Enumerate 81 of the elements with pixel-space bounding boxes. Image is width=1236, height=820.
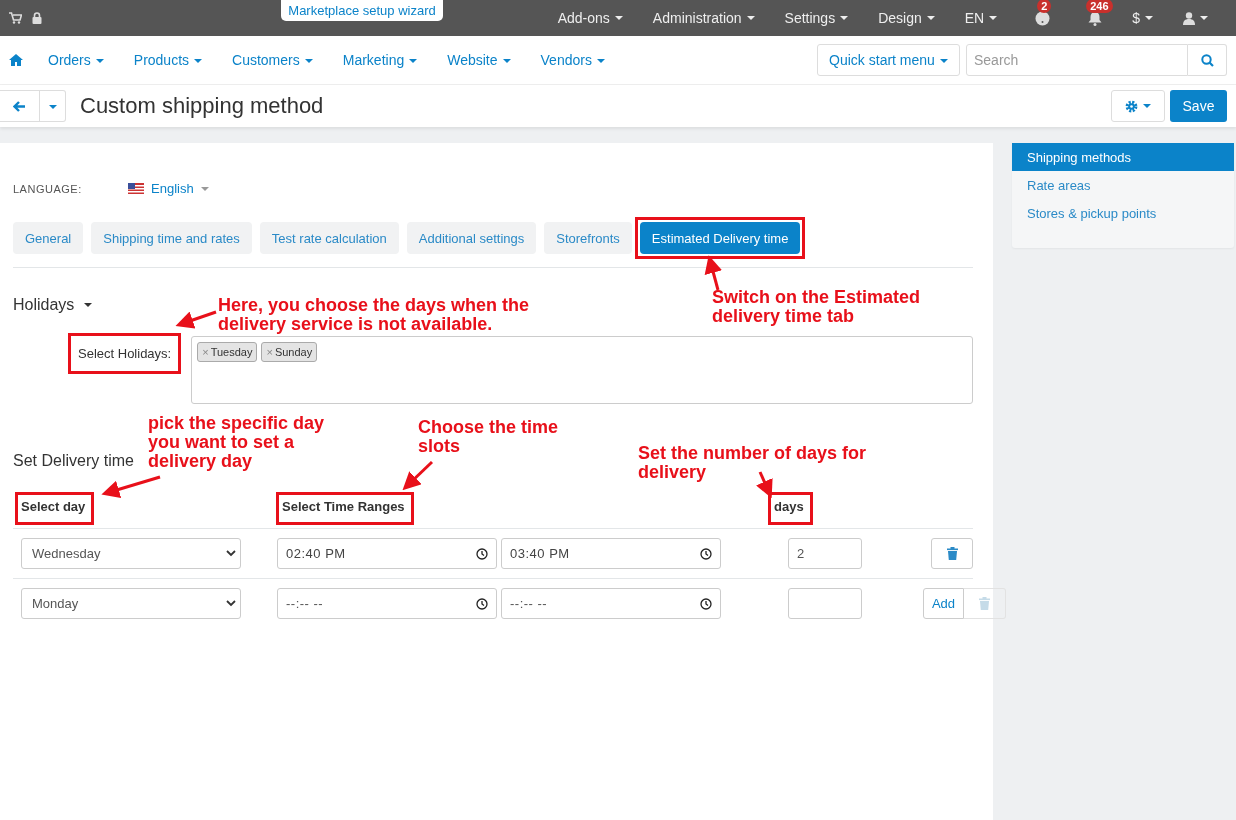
nav-menu-item[interactable]: Orders (48, 52, 104, 68)
section-heading: Holidays (13, 296, 75, 314)
annotation-arrow (101, 475, 161, 499)
annotation-text: pick the specific day you want to set a delivery day (148, 414, 326, 471)
annotation-text: Choose the time slots (418, 418, 560, 456)
annotation-arrow (175, 310, 217, 329)
tab[interactable]: Additional settings (406, 222, 537, 254)
annotation-text: Set the number of days for delivery (638, 444, 868, 482)
notification-badge: 2 (1037, 0, 1052, 13)
day-select[interactable]: Wednesday (21, 538, 241, 569)
language-label: LANGUAGE: (13, 182, 83, 195)
chevron-down-icon (226, 550, 236, 557)
home-icon[interactable] (9, 54, 23, 66)
section-heading: Set Delivery time (13, 452, 134, 470)
tab[interactable]: Test rate calculation (259, 222, 399, 254)
save-button[interactable]: Save (1170, 90, 1227, 122)
column-header: days (768, 492, 813, 525)
help-icon[interactable] (1035, 10, 1051, 26)
setup-wizard-tab[interactable]: Marketplace setup wizard (281, 0, 443, 21)
annotation-text: Here, you choose the days when the delivery service is not available. (218, 296, 531, 334)
time-field[interactable]: 02:40 PM (277, 538, 497, 569)
search-button[interactable] (1188, 44, 1227, 76)
cart-icon[interactable] (9, 12, 22, 24)
time-field[interactable]: 03:40 PM (501, 538, 721, 569)
flag-icon (128, 183, 144, 194)
holiday-tag[interactable]: × Sunday (261, 342, 318, 362)
trash-icon (946, 547, 958, 560)
clock-icon (476, 598, 488, 610)
time-field[interactable]: --:-- -- (277, 588, 497, 619)
column-header: Select day (15, 492, 95, 525)
annotation-arrow (402, 460, 434, 491)
clock-icon (700, 598, 712, 610)
user-menu[interactable] (1183, 11, 1208, 25)
language-selector[interactable]: English (128, 181, 209, 196)
nav-menu-item[interactable]: Products (133, 52, 203, 68)
sidebar-item[interactable]: Rate areas (1012, 171, 1234, 199)
tab[interactable]: General (13, 222, 84, 254)
annotation-arrow (756, 471, 773, 499)
page-title: Custom shipping method (80, 93, 324, 119)
currency-menu[interactable]: $ (1132, 10, 1153, 26)
holidays-multiselect[interactable]: × Tuesday × Sunday (191, 336, 973, 404)
top-menu-item[interactable]: EN (964, 10, 998, 26)
user-icon (1183, 11, 1195, 25)
delete-button[interactable] (931, 538, 973, 569)
clock-icon (700, 548, 712, 560)
sidebar-item[interactable]: Stores & pickup points (1012, 199, 1234, 227)
column-header: Select Time Ranges (276, 492, 414, 525)
top-menu-item[interactable]: Design (878, 10, 935, 26)
nav-menu-item[interactable]: Vendors (540, 52, 605, 68)
gear-icon (1125, 99, 1138, 113)
nav-menu-item[interactable]: Website (447, 52, 511, 68)
annotation-text: Switch on the Estimated delivery time tab (712, 288, 922, 326)
holiday-tag[interactable]: × Tuesday (197, 342, 258, 362)
day-select[interactable]: Monday (21, 588, 241, 619)
settings-button[interactable] (1111, 90, 1165, 122)
lock-icon[interactable] (32, 12, 42, 24)
field-label: Select Holidays: (68, 333, 182, 374)
sidebar-item[interactable]: Shipping methods (1012, 143, 1234, 171)
trash-icon (979, 597, 990, 610)
quick-start-menu-button[interactable]: Quick start menu (817, 44, 960, 76)
tab[interactable]: Estimated Delivery time (639, 222, 801, 254)
search-icon (1200, 53, 1214, 67)
top-menu-item[interactable]: Add-ons (557, 10, 623, 26)
days-field[interactable]: 2 (788, 538, 862, 569)
tab[interactable]: Storefronts (544, 222, 632, 254)
nav-menu-item[interactable]: Customers (232, 52, 313, 68)
notification-badge: 246 (1086, 0, 1113, 13)
search-field[interactable]: Search (966, 44, 1188, 76)
add-button[interactable]: Add (923, 588, 964, 619)
clock-icon (476, 548, 488, 560)
days-field[interactable] (788, 588, 862, 619)
arrow-left-icon (13, 100, 26, 112)
chevron-down-icon (226, 600, 236, 607)
caret-icon[interactable] (84, 303, 93, 307)
top-menu-item[interactable]: Administration (652, 10, 755, 26)
time-field[interactable]: --:-- -- (501, 588, 721, 619)
tab[interactable]: Shipping time and rates (91, 222, 252, 254)
back-button[interactable] (0, 90, 40, 122)
top-menu-item[interactable]: Settings (784, 10, 849, 26)
bell-icon[interactable] (1088, 10, 1103, 26)
nav-menu-item[interactable]: Marketing (342, 52, 418, 68)
